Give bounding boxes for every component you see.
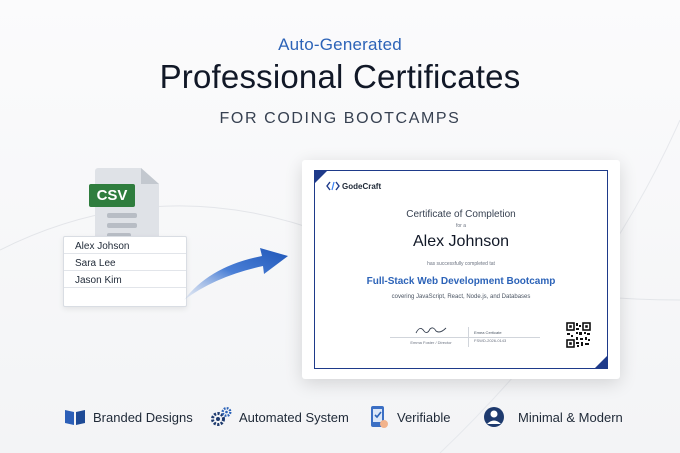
certificate-card: GodeCraft Certificate of Completion for …	[302, 160, 620, 379]
certificate-title: Certificate of Completion	[406, 209, 516, 220]
feature-minimal-modern: Minimal & Modern	[482, 405, 623, 429]
feature-verifiable: Verifiable	[367, 405, 450, 429]
file-line	[107, 223, 137, 228]
feature-label: Automated System	[239, 409, 349, 425]
course-name: Full-Stack Web Development Bootcamp	[366, 276, 556, 287]
feature-branded-designs: Branded Designs	[63, 405, 193, 429]
certificate-id: FSWD-2026-0143	[474, 338, 507, 343]
certificate-for-text: for a	[455, 223, 466, 229]
person-globe-icon	[484, 407, 504, 427]
hero-kicker: Auto-Generated	[278, 35, 402, 54]
book-icon	[65, 410, 85, 425]
recipient-name: Alex Johnson	[412, 233, 510, 250]
name-list: Alex Johson Sara Lee Jason Kim	[63, 236, 187, 307]
signer-name: Emma Foster / Director	[410, 340, 452, 345]
list-item: Alex Johson	[64, 239, 186, 254]
certificate-id-label: Emea Certicate	[474, 330, 502, 335]
hero-subhead: FOR CODING BOOTCAMPS	[219, 110, 461, 127]
gears-icon	[211, 407, 232, 426]
feature-label: Verifiable	[397, 409, 451, 425]
csv-badge: CSV	[89, 184, 135, 207]
code-brackets-icon	[326, 181, 340, 191]
phone-check-icon	[371, 406, 388, 428]
hero-headline: Professional Certificates	[159, 58, 521, 95]
signature-line	[390, 337, 540, 338]
signature-icon	[415, 327, 447, 334]
curved-arrow-icon	[184, 248, 288, 300]
list-item: Jason Kim	[64, 273, 186, 288]
brand-logo: GodeCraft	[326, 180, 381, 192]
file-line	[107, 213, 137, 218]
list-item: Sara Lee	[64, 256, 186, 271]
qr-code-icon	[566, 322, 591, 348]
feature-label: Branded Designs	[93, 409, 193, 425]
certificate-frame	[314, 170, 608, 369]
brand-name: GodeCraft	[342, 181, 382, 191]
feature-automated-system: Automated System	[209, 405, 349, 429]
course-topics: covering JavaScript, React, Node.js, and…	[391, 294, 531, 300]
feature-label: Minimal & Modern	[518, 409, 623, 425]
signature-divider	[468, 327, 469, 347]
completed-text: has successfully completed tat	[427, 261, 495, 267]
